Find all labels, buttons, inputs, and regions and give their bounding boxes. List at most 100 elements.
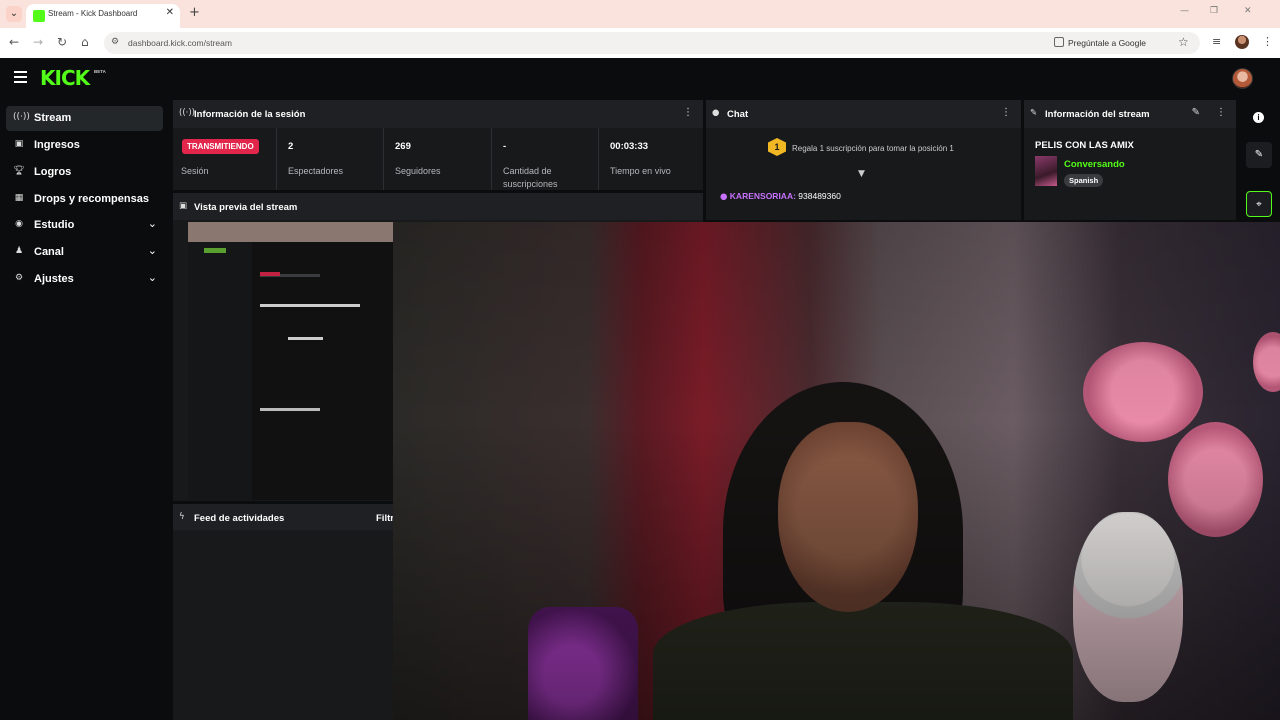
sidebar-item-label: Logros	[34, 166, 72, 178]
mic-icon: ●	[720, 192, 728, 202]
window-close-icon[interactable]: ✕	[1244, 6, 1252, 16]
stat-value: 2	[288, 141, 294, 152]
stat-label: Sesión	[181, 166, 209, 176]
maximize-icon[interactable]: ❐	[1210, 6, 1218, 16]
gift-sub-prompt[interactable]: Regala 1 suscripción para tomar la posic…	[792, 144, 954, 153]
language-tag: Spanish	[1064, 174, 1104, 187]
url-text: dashboard.kick.com/stream	[128, 38, 232, 48]
wrench-icon: ✎	[1030, 108, 1038, 118]
browser-tab-bar: ⌄ Stream - Kick Dashboard ✕ + — ❐ ✕	[0, 0, 1280, 28]
browser-menu-icon[interactable]: ⋮	[1262, 35, 1273, 48]
more-options-icon[interactable]: ⋮	[683, 107, 693, 118]
panel-header: ● Chat ⋮	[706, 100, 1021, 128]
stat-value: 00:03:33	[610, 141, 649, 152]
panel-title: Información del stream	[1045, 109, 1150, 120]
kick-logo[interactable]: KICK	[40, 66, 90, 90]
status-badge: TRANSMITIENDO	[182, 139, 259, 154]
back-icon[interactable]: ←	[9, 35, 19, 49]
sidebar-item-logros[interactable]: 🏆︎ Logros	[6, 160, 163, 185]
new-tab-icon[interactable]: +	[189, 5, 200, 20]
browser-profile-icon[interactable]	[1235, 35, 1249, 49]
more-options-icon[interactable]: ⋮	[1216, 107, 1226, 118]
edit-pencil-icon[interactable]: ✎	[1192, 107, 1200, 118]
close-icon[interactable]: ✕	[166, 7, 174, 18]
more-options-icon[interactable]: ⋮	[1001, 107, 1011, 118]
dashboard-header: KICK BETA	[0, 58, 1280, 98]
stat-value: 269	[395, 141, 411, 152]
home-icon[interactable]: ⌂	[81, 35, 89, 49]
panel-header: ((·)) Información de la sesión ⋮	[173, 100, 703, 128]
focus-mode-icon[interactable]: ⌖	[1246, 191, 1272, 217]
pinned-toggle-icon[interactable]: ▼	[858, 169, 865, 179]
gear-icon: ⚙	[14, 273, 24, 283]
panel-header: ϟ Feed de actividades Filtr	[173, 504, 394, 530]
sidebar-item-label: Canal	[34, 246, 64, 258]
users-icon: ♟	[14, 246, 24, 256]
sidebar-item-drops[interactable]: ▦ Drops y recompensas	[6, 187, 163, 212]
trophy-icon: 🏆︎	[13, 166, 25, 176]
panel-title: Información de la sesión	[194, 109, 306, 120]
stat-value: -	[503, 141, 507, 152]
sidebar-item-ajustes[interactable]: ⚙ Ajustes ⌄	[6, 267, 163, 292]
tab-search-button[interactable]: ⌄	[6, 6, 22, 22]
panel-title: Feed de actividades	[194, 513, 285, 524]
ask-google-button[interactable]: Pregúntale a Google	[1068, 38, 1146, 48]
sidebar-item-canal[interactable]: ♟ Canal ⌄	[6, 240, 163, 265]
media-controls-icon[interactable]: ≡	[1212, 35, 1221, 48]
stream-category[interactable]: Conversando	[1064, 159, 1125, 170]
wallet-icon: ▣	[14, 139, 24, 149]
preview-logo	[204, 248, 226, 253]
sidebar-item-label: Ajustes	[34, 273, 74, 285]
activity-feed-panel: ϟ Feed de actividades Filtr	[173, 504, 394, 720]
reload-icon[interactable]: ↻	[57, 35, 67, 49]
edit-layout-icon[interactable]: ✎	[1246, 142, 1272, 168]
stat-label: Seguidores	[395, 166, 441, 176]
chat-message: ● KARENSORIAA: 938489360	[720, 191, 841, 202]
browser-tab[interactable]: Stream - Kick Dashboard ✕	[26, 4, 180, 28]
followers-stat: 269 Seguidores	[384, 128, 492, 190]
viewers-stat: 2 Espectadores	[277, 128, 384, 190]
session-status-stat: TRANSMITIENDO Sesión	[173, 128, 277, 190]
chevron-down-icon: ⌄	[147, 271, 157, 284]
session-info-panel: ((·)) Información de la sesión ⋮ TRANSMI…	[173, 100, 703, 190]
minimize-icon[interactable]: —	[1180, 6, 1189, 16]
sidebar-item-label: Ingresos	[34, 139, 80, 151]
sidebar-item-label: Stream	[34, 112, 72, 124]
lightning-icon: ϟ	[179, 512, 185, 522]
sidebar-item-ingresos[interactable]: ▣ Ingresos	[6, 133, 163, 158]
forward-icon[interactable]: →	[33, 35, 43, 49]
google-lens-icon[interactable]	[1054, 37, 1064, 47]
filter-button[interactable]: Filtr	[376, 513, 394, 524]
stat-label: Cantidad de suscripciones	[503, 166, 558, 189]
chat-username[interactable]: KARENSORIAA:	[730, 191, 796, 201]
live-time-stat: 00:03:33 Tiempo en vivo	[599, 128, 703, 190]
bookmark-star-icon[interactable]: ☆	[1178, 35, 1189, 49]
hamburger-menu-icon[interactable]	[14, 71, 27, 86]
avatar[interactable]	[1232, 68, 1253, 89]
tab-title: Stream - Kick Dashboard	[48, 9, 138, 18]
sidebar-item-estudio[interactable]: ◉ Estudio ⌄	[6, 213, 163, 238]
preview-badge	[260, 272, 280, 276]
address-bar-row: ← → ↻ ⌂ ⚙ dashboard.kick.com/stream Preg…	[0, 28, 1280, 58]
category-thumbnail[interactable]	[1035, 156, 1057, 186]
sidebar-item-label: Drops y recompensas	[34, 193, 149, 205]
preview-sidebar	[188, 242, 252, 500]
broadcast-icon: ((·))	[13, 112, 30, 122]
beta-label: BETA	[94, 69, 106, 74]
sidebar-item-stream[interactable]: ((·)) Stream	[6, 106, 163, 131]
info-icon[interactable]: i	[1253, 112, 1264, 123]
stat-label: Tiempo en vivo	[610, 166, 671, 176]
gift-icon: ▦	[14, 193, 24, 203]
preview-line	[288, 337, 323, 340]
site-info-icon[interactable]: ⚙	[111, 37, 119, 47]
sub-rank-badge: 1	[768, 138, 786, 156]
preview-line	[260, 304, 360, 307]
url-field[interactable]: ⚙ dashboard.kick.com/stream Pregúntale a…	[104, 32, 1200, 54]
subscriptions-stat: - Cantidad de suscripciones	[492, 128, 599, 190]
panel-header: ▣ Vista previa del stream	[173, 193, 703, 220]
webcam-shade	[393, 222, 1280, 720]
chat-panel: ● Chat ⋮ 1 Regala 1 suscripción para tom…	[706, 100, 1021, 220]
panel-header: ✎ Información del stream ✎ ⋮	[1024, 100, 1236, 128]
preview-icon: ▣	[179, 201, 188, 211]
broadcast-icon: ((·))	[179, 108, 195, 118]
